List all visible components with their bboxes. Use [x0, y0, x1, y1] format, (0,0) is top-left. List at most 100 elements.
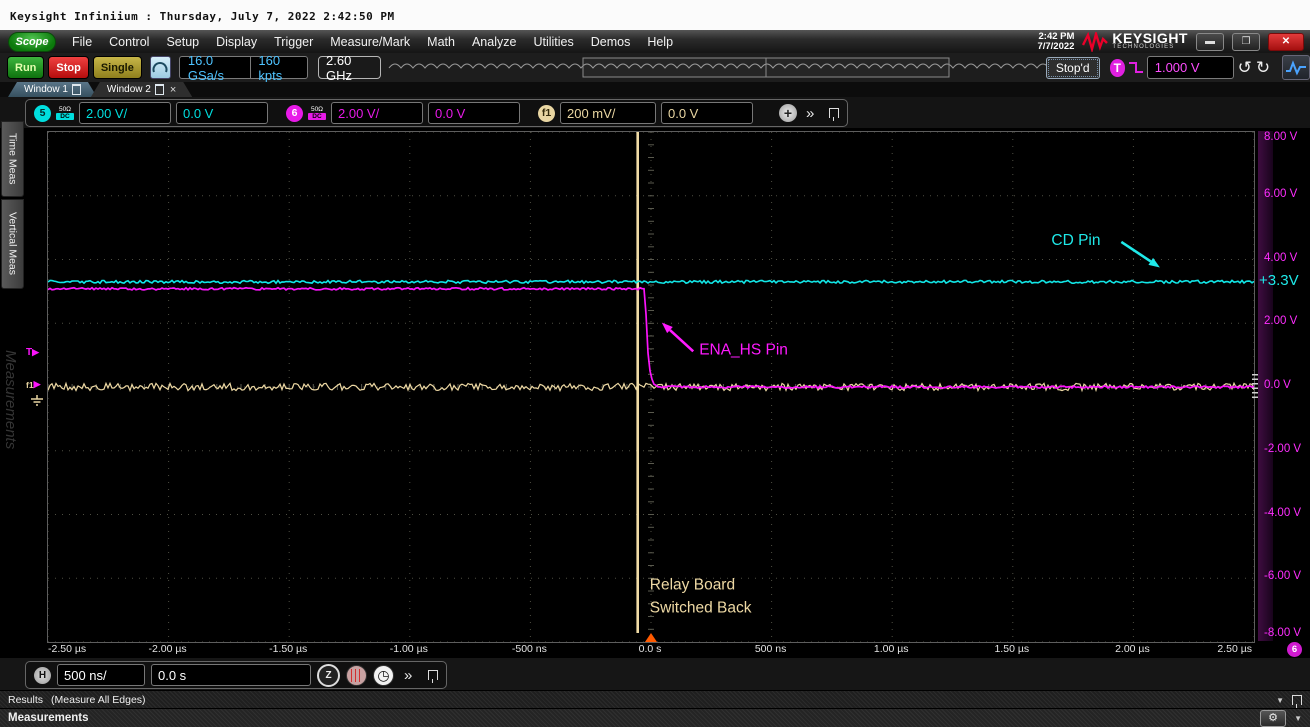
results-label: Results	[8, 694, 43, 706]
menu-item-setup[interactable]: Setup	[166, 35, 199, 49]
channel-6-offset-field[interactable]: 0.0 V	[428, 102, 520, 124]
pin-icon[interactable]	[829, 108, 839, 118]
stop-button[interactable]: Stop	[48, 56, 88, 79]
run-button[interactable]: Run	[7, 56, 44, 79]
dropdown-arrow-icon[interactable]: ▼	[1294, 714, 1302, 723]
channel-6-axis-badge[interactable]: 6	[1287, 642, 1302, 657]
menu-item-utilities[interactable]: Utilities	[533, 35, 573, 49]
ground-icon	[30, 394, 44, 412]
horizontal-scale-bar: H 500 ns/ 0.0 s Z ◷ »	[0, 658, 1310, 690]
falling-edge-icon[interactable]	[1128, 60, 1143, 75]
single-button[interactable]: Single	[93, 56, 142, 79]
sample-rate-field[interactable]: 16.0 GSa/s	[180, 53, 250, 83]
chevron-expand-icon[interactable]: »	[806, 105, 814, 122]
timebase-scale-field[interactable]: 500 ns/	[57, 664, 145, 686]
add-channel-button[interactable]: +	[779, 104, 797, 122]
menu-item-file[interactable]: File	[72, 35, 92, 49]
channel-5-badge[interactable]: 5	[34, 105, 51, 122]
results-bar[interactable]: Results (Measure All Edges) ▼	[0, 690, 1310, 709]
x-tick-label: 2.50 µs	[1217, 643, 1252, 655]
svg-text:Relay Board: Relay Board	[650, 576, 735, 593]
x-tick-label: -500 ns	[512, 643, 547, 655]
menu-item-trigger[interactable]: Trigger	[274, 35, 313, 49]
acquisition-fields: 16.0 GSa/s 160 kpts	[179, 56, 308, 79]
window-icon	[155, 84, 164, 95]
chevron-expand-icon[interactable]: »	[404, 667, 412, 684]
horizontal-scale-group: H 500 ns/ 0.0 s Z ◷ »	[25, 661, 447, 689]
redo-icon[interactable]: ↻	[1256, 59, 1270, 76]
timebase-position-field[interactable]: 0.0 s	[151, 664, 311, 686]
channel-f1-offset-field[interactable]: 0.0 V	[661, 102, 753, 124]
menu-item-display[interactable]: Display	[216, 35, 257, 49]
dropdown-arrow-icon[interactable]: ▼	[1276, 696, 1284, 705]
level-annotation: +3.3V	[1259, 272, 1299, 289]
x-tick-label: 0.0 s	[639, 643, 662, 655]
x-tick-label: 500 ns	[755, 643, 787, 655]
minimize-button[interactable]: ▬	[1196, 33, 1224, 51]
pin-icon[interactable]	[1292, 695, 1302, 705]
bandwidth-button[interactable]: 2.60 GHz	[318, 56, 381, 79]
menu-item-help[interactable]: Help	[647, 35, 673, 49]
waveform-display[interactable]: CD PinENA_HS PinRelay BoardSwitched Back	[47, 131, 1255, 643]
x-tick-label: 2.00 µs	[1115, 643, 1150, 655]
window-tab[interactable]: Window 2×	[91, 82, 192, 97]
menu-items: File Control Setup Display Trigger Measure/Ma…	[72, 35, 673, 49]
menu-right-cluster: 2:42 PM 7/7/2022 KEYSIGHT TECHNOLOGIES ▬…	[1037, 32, 1310, 52]
scope-menu-button[interactable]: Scope	[8, 32, 56, 52]
channel-f1-scale-field[interactable]: 200 mV/	[560, 102, 656, 124]
y-tick-label: -6.00 V	[1264, 570, 1301, 582]
trigger-level-field[interactable]: 1.000 V	[1147, 56, 1234, 79]
x-tick-label: -1.50 µs	[269, 643, 307, 655]
menu-item-math[interactable]: Math	[427, 35, 455, 49]
measurements-bar[interactable]: Measurements ⚙ ▼	[0, 708, 1310, 727]
close-button[interactable]: ✕	[1268, 33, 1304, 51]
menu-item-measure-mark[interactable]: Measure/Mark	[330, 35, 410, 49]
clock-icon[interactable]: ◷	[373, 665, 394, 686]
maximize-button[interactable]: ❐	[1232, 33, 1260, 51]
channel-5-scale-field[interactable]: 2.00 V/	[79, 102, 171, 124]
window-tab[interactable]: Window 1	[8, 82, 97, 97]
channel-6-badge[interactable]: 6	[286, 105, 303, 122]
window-icon	[72, 84, 81, 95]
brand-name: KEYSIGHT	[1112, 33, 1188, 44]
channel-6-scale-field[interactable]: 2.00 V/	[331, 102, 423, 124]
acquisition-status-button[interactable]: Stop'd	[1046, 57, 1100, 79]
trace-5	[48, 280, 1254, 283]
measurements-label: Measurements	[8, 712, 89, 724]
zoom-icon[interactable]: Z	[317, 664, 340, 687]
touch-toggle-icon[interactable]	[150, 56, 171, 79]
trigger-source-icon[interactable]: T	[1110, 59, 1126, 77]
clock-display: 2:42 PM 7/7/2022	[1037, 32, 1074, 52]
window-tab-label: Window 1	[24, 84, 68, 95]
menu-item-analyze[interactable]: Analyze	[472, 35, 516, 49]
menu-item-control[interactable]: Control	[109, 35, 149, 49]
x-tick-label: -2.00 µs	[149, 643, 187, 655]
gear-icon[interactable]: ⚙	[1260, 710, 1286, 727]
x-tick-label: 1.50 µs	[994, 643, 1029, 655]
trigger-level-marker[interactable]: T▶	[26, 347, 46, 358]
y-tick-label: 8.00 V	[1264, 131, 1297, 143]
y-tick-label: -8.00 V	[1264, 627, 1301, 639]
measurements-watermark: Measurements	[2, 350, 19, 570]
window-title-bar: Keysight Infiniium : Thursday, July 7, 2…	[0, 0, 1310, 31]
marker-arrow-icon: ▶	[32, 347, 39, 358]
acquisition-toolbar: Run Stop Single 16.0 GSa/s 160 kpts 2.60…	[0, 53, 1310, 83]
trigger-time-marker	[645, 633, 657, 642]
timebase-overview-indicator[interactable]	[387, 56, 1045, 79]
close-tab-icon[interactable]: ×	[170, 84, 176, 96]
svg-text:Switched Back: Switched Back	[650, 599, 752, 616]
channel-5-offset-field[interactable]: 0.0 V	[176, 102, 268, 124]
y-tick-label: -2.00 V	[1264, 443, 1301, 455]
channel-f1-badge[interactable]: f1	[538, 105, 555, 122]
horizontal-badge[interactable]: H	[34, 667, 51, 684]
side-tab-time-meas[interactable]: Time Meas	[1, 121, 24, 197]
menu-item-demos[interactable]: Demos	[591, 35, 631, 49]
side-tab-vertical-meas[interactable]: Vertical Meas	[1, 199, 24, 289]
waveform-settings-icon[interactable]	[1282, 55, 1310, 80]
undo-icon[interactable]: ↺	[1238, 59, 1252, 76]
y-tick-label: 6.00 V	[1264, 188, 1297, 200]
function-f1-marker[interactable]: f1▶	[26, 379, 46, 390]
markers-icon[interactable]	[346, 665, 367, 686]
pin-icon[interactable]	[428, 670, 438, 680]
memory-depth-field[interactable]: 160 kpts	[250, 53, 307, 83]
